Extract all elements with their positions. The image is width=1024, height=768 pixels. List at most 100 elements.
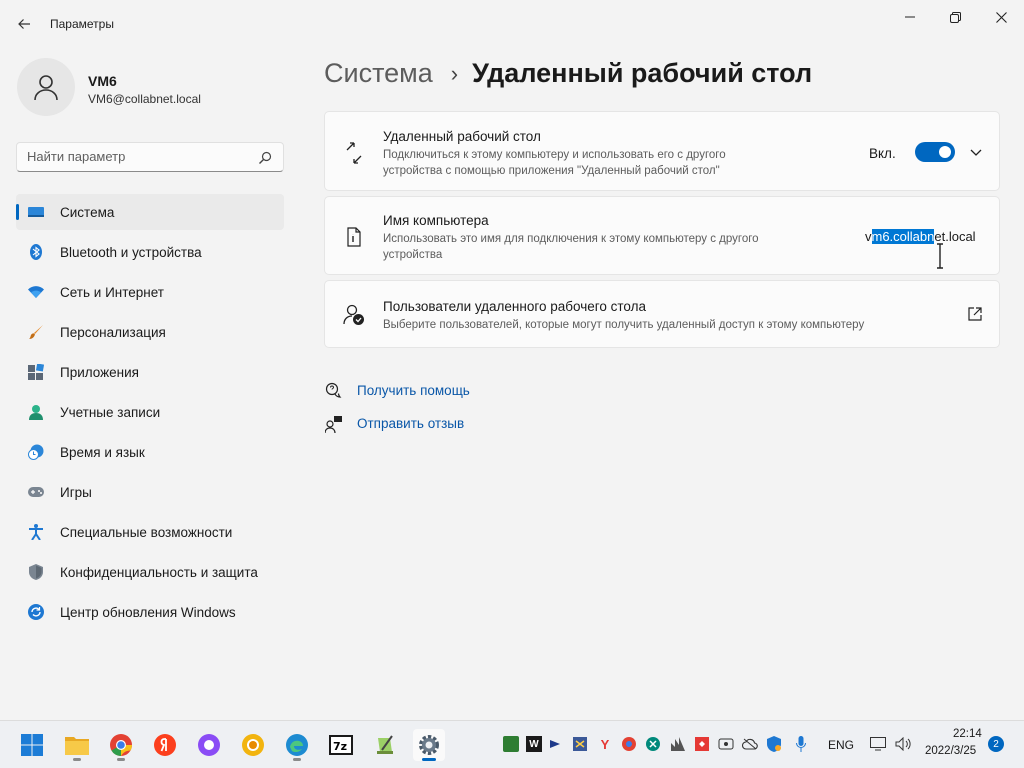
text-cursor-icon bbox=[937, 243, 943, 269]
remote-desktop-card[interactable]: Удаленный рабочий стол Подключиться к эт… bbox=[324, 111, 1000, 191]
card-title: Пользователи удаленного рабочего стола bbox=[383, 299, 647, 314]
notification-badge[interactable]: 2 bbox=[988, 736, 1004, 752]
pc-name-icon bbox=[343, 226, 365, 248]
toggle-knob bbox=[939, 146, 951, 158]
tray-display-icon[interactable] bbox=[870, 736, 886, 752]
avatar[interactable] bbox=[17, 58, 75, 116]
tray-anydesk-icon[interactable] bbox=[694, 736, 710, 752]
sidebar-item-gaming[interactable]: Игры bbox=[16, 474, 284, 510]
tray-security-icon[interactable] bbox=[766, 736, 782, 752]
sidebar-item-label: Центр обновления Windows bbox=[60, 605, 236, 620]
settings-icon bbox=[419, 735, 439, 755]
apps-icon bbox=[28, 364, 44, 380]
chrome-icon bbox=[110, 734, 132, 756]
sidebar-nav: Система Bluetooth и устройства Сеть и Ин… bbox=[16, 194, 284, 634]
accounts-icon bbox=[28, 404, 44, 420]
sidebar-item-time-language[interactable]: Время и язык bbox=[16, 434, 284, 470]
taskbar-start-button[interactable] bbox=[16, 729, 48, 761]
sidebar-item-label: Специальные возможности bbox=[60, 525, 233, 540]
pc-name-card: Имя компьютера Использовать это имя для … bbox=[324, 196, 1000, 275]
send-feedback-link[interactable]: Отправить отзыв bbox=[324, 413, 464, 435]
get-help-label[interactable]: Получить помощь bbox=[357, 383, 470, 398]
breadcrumb: Система › Удаленный рабочий стол bbox=[324, 58, 812, 89]
search-icon[interactable] bbox=[257, 150, 273, 166]
tray-app3-icon[interactable] bbox=[645, 736, 661, 752]
system-icon bbox=[28, 204, 44, 220]
sidebar-item-personalization[interactable]: Персонализация bbox=[16, 314, 284, 350]
pc-name-value-prefix: v bbox=[865, 229, 872, 244]
gamepad-icon bbox=[28, 484, 44, 500]
breadcrumb-parent[interactable]: Система bbox=[324, 58, 433, 89]
search-box[interactable] bbox=[16, 142, 284, 172]
network-icon bbox=[28, 284, 44, 300]
yandex-icon bbox=[154, 734, 176, 756]
card-description-line1: Использовать это имя для подключения к э… bbox=[383, 233, 759, 245]
sidebar-item-label: Конфиденциальность и защита bbox=[60, 565, 258, 580]
alice-icon bbox=[198, 734, 220, 756]
card-description-line2: устройства bbox=[383, 249, 443, 261]
tray-app-icon[interactable] bbox=[503, 736, 519, 752]
tray-yandex-icon[interactable]: Y bbox=[597, 736, 613, 752]
pc-name-selected-text: m6.collabn bbox=[871, 229, 935, 244]
minimize-button[interactable] bbox=[898, 8, 922, 26]
external-link-icon[interactable] bbox=[967, 306, 983, 322]
tray-app2-icon[interactable] bbox=[572, 736, 588, 752]
sidebar-item-accounts[interactable]: Учетные записи bbox=[16, 394, 284, 430]
remote-users-card[interactable]: Пользователи удаленного рабочего стола В… bbox=[324, 280, 1000, 348]
taskbar-settings[interactable] bbox=[413, 729, 445, 761]
user-icon bbox=[34, 75, 58, 101]
taskbar-notepad-plus[interactable] bbox=[369, 729, 401, 761]
taskbar-7zip[interactable]: 7z bbox=[325, 729, 357, 761]
taskbar-chrome-canary[interactable] bbox=[237, 729, 269, 761]
taskbar-edge[interactable] bbox=[281, 729, 313, 761]
running-indicator bbox=[422, 758, 436, 761]
update-icon bbox=[28, 604, 44, 620]
back-arrow-icon bbox=[18, 19, 30, 29]
tray-share-icon[interactable] bbox=[549, 736, 565, 752]
close-icon bbox=[995, 11, 1007, 23]
windows-start-icon bbox=[21, 734, 43, 756]
sidebar-item-network[interactable]: Сеть и Интернет bbox=[16, 274, 284, 310]
tray-cloud-off-icon[interactable] bbox=[742, 736, 758, 752]
taskbar-chrome[interactable] bbox=[105, 729, 137, 761]
sidebar-item-label: Игры bbox=[60, 485, 92, 500]
close-button[interactable] bbox=[989, 8, 1013, 26]
taskbar-file-explorer[interactable] bbox=[61, 729, 93, 761]
back-button[interactable] bbox=[10, 10, 38, 38]
tray-winamp-icon[interactable]: W bbox=[526, 736, 542, 752]
sidebar-item-label: Система bbox=[60, 205, 115, 220]
sidebar-item-system[interactable]: Система bbox=[16, 194, 284, 230]
sidebar-item-accessibility[interactable]: Специальные возможности bbox=[16, 514, 284, 550]
maximize-icon bbox=[949, 11, 961, 23]
get-help-link[interactable]: Получить помощь bbox=[324, 380, 470, 402]
pc-name-value[interactable]: vm6.collabnet.local bbox=[865, 229, 976, 244]
maximize-button[interactable] bbox=[943, 8, 967, 26]
time-language-icon bbox=[28, 444, 44, 460]
language-indicator[interactable]: ENG bbox=[828, 738, 854, 752]
taskbar-alice[interactable] bbox=[193, 729, 225, 761]
title-bar: Параметры bbox=[0, 0, 1024, 48]
toggle-state-label: Вкл. bbox=[869, 146, 896, 161]
sidebar-item-bluetooth[interactable]: Bluetooth и устройства bbox=[16, 234, 284, 270]
tray-volume-icon[interactable] bbox=[895, 736, 911, 752]
sidebar-item-privacy[interactable]: Конфиденциальность и защита bbox=[16, 554, 284, 590]
send-feedback-label[interactable]: Отправить отзыв bbox=[357, 416, 464, 431]
tray-app4-icon[interactable] bbox=[670, 736, 686, 752]
sidebar-item-windows-update[interactable]: Центр обновления Windows bbox=[16, 594, 284, 630]
remote-desktop-toggle[interactable] bbox=[915, 142, 955, 162]
help-icon bbox=[324, 381, 344, 401]
card-title: Имя компьютера bbox=[383, 213, 489, 228]
sidebar-item-apps[interactable]: Приложения bbox=[16, 354, 284, 390]
clock-date[interactable]: 2022/3/25 bbox=[925, 745, 976, 757]
search-input[interactable] bbox=[27, 149, 247, 164]
chevron-down-icon[interactable] bbox=[968, 144, 984, 160]
taskbar-yandex[interactable] bbox=[149, 729, 181, 761]
tray-network-drive-icon[interactable] bbox=[718, 736, 734, 752]
running-indicator bbox=[117, 758, 125, 761]
chrome-canary-icon bbox=[242, 734, 264, 756]
tray-microphone-icon[interactable] bbox=[793, 736, 809, 752]
accessibility-icon bbox=[28, 524, 44, 540]
brush-icon bbox=[28, 324, 44, 340]
clock-time[interactable]: 22:14 bbox=[953, 728, 982, 740]
tray-chrome-icon[interactable] bbox=[621, 736, 637, 752]
